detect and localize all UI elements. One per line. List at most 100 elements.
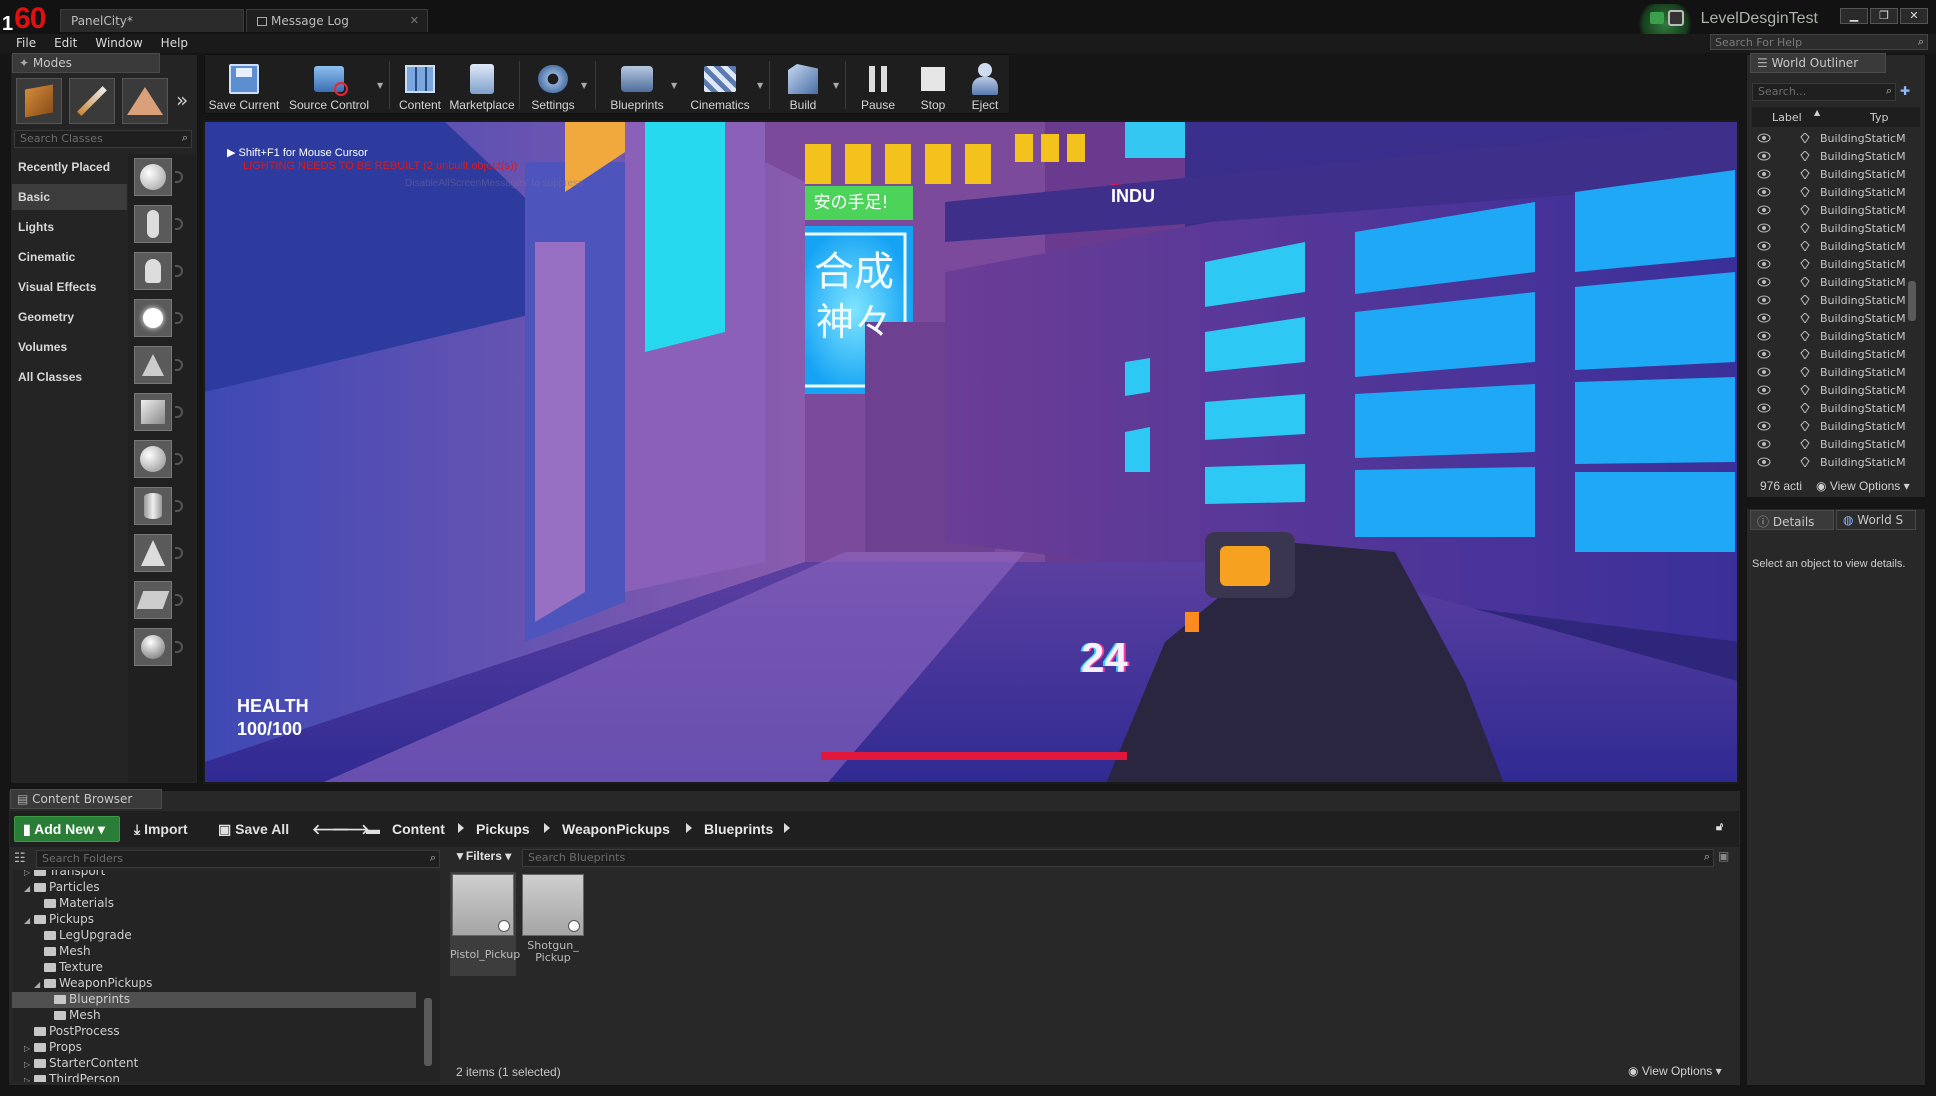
- folder-tree-item[interactable]: Blueprints: [12, 992, 416, 1008]
- category-geometry[interactable]: Geometry: [12, 304, 127, 330]
- tab-panelcity[interactable]: PanelCity*: [60, 9, 244, 32]
- place-cone[interactable]: [134, 534, 183, 572]
- outliner-row[interactable]: BuildingStaticM: [1752, 256, 1922, 274]
- outliner-row[interactable]: BuildingStaticM: [1752, 274, 1922, 292]
- menu-edit[interactable]: Edit: [45, 34, 86, 50]
- eye-icon[interactable]: [1757, 133, 1771, 143]
- import-button[interactable]: ⤓ Import: [134, 821, 188, 838]
- close-icon[interactable]: ✕: [410, 14, 419, 27]
- save-all-button[interactable]: ▣ Save All: [218, 821, 289, 838]
- landscape-mode-button[interactable]: [122, 78, 168, 124]
- category-basic[interactable]: Basic: [12, 184, 127, 210]
- folder-tree-item[interactable]: ◢ WeaponPickups: [34, 976, 152, 992]
- folder-tree-item[interactable]: Texture: [34, 960, 103, 976]
- settings-button[interactable]: Settings: [525, 55, 581, 115]
- shield-icon[interactable]: [1668, 10, 1684, 26]
- outliner-row[interactable]: BuildingStaticM: [1752, 436, 1922, 454]
- folder-tree-item[interactable]: Materials: [34, 896, 114, 912]
- menu-window[interactable]: Window: [86, 34, 151, 50]
- expander-icon[interactable]: ◢: [24, 916, 34, 925]
- place-point-light[interactable]: [134, 299, 183, 337]
- place-player-start[interactable]: [134, 346, 183, 384]
- eye-icon[interactable]: [1757, 205, 1771, 215]
- outliner-row[interactable]: BuildingStaticM: [1752, 184, 1922, 202]
- eye-icon[interactable]: [1757, 331, 1771, 341]
- place-plane[interactable]: [134, 581, 183, 619]
- category-cinematic[interactable]: Cinematic: [12, 244, 127, 270]
- eye-icon[interactable]: [1757, 421, 1771, 431]
- toggle-sources-icon[interactable]: ☷: [14, 851, 26, 866]
- eye-icon[interactable]: [1757, 277, 1771, 287]
- more-modes-icon[interactable]: »: [176, 88, 188, 112]
- cinematics-button[interactable]: Cinematics: [683, 55, 757, 115]
- asset-shotgun-pickup[interactable]: Shotgun_ Pickup: [520, 872, 586, 976]
- eye-icon[interactable]: [1757, 385, 1771, 395]
- category-all-classes[interactable]: All Classes: [12, 364, 127, 390]
- expander-icon[interactable]: ◢: [34, 980, 44, 989]
- help-search-input[interactable]: Search For Help ⌕: [1710, 34, 1928, 50]
- stop-button[interactable]: Stop: [907, 55, 959, 115]
- search-classes-input[interactable]: Search Classes ⌕: [14, 130, 192, 148]
- eye-icon[interactable]: [1757, 169, 1771, 179]
- eye-icon[interactable]: [1757, 241, 1771, 251]
- tab-content-browser[interactable]: ▤ Content Browser: [10, 789, 162, 809]
- search-blueprints-input[interactable]: Search Blueprints ⌕: [522, 849, 1714, 867]
- save-current-button[interactable]: Save Current: [207, 55, 281, 115]
- outliner-row[interactable]: BuildingStaticM: [1752, 130, 1922, 148]
- outliner-row[interactable]: BuildingStaticM: [1752, 382, 1922, 400]
- breadcrumb-arrow-icon[interactable]: [686, 823, 692, 833]
- category-lights[interactable]: Lights: [12, 214, 127, 240]
- content-view-options[interactable]: ◉ View Options ▾: [1628, 1064, 1722, 1078]
- outliner-row[interactable]: BuildingStaticM: [1752, 328, 1922, 346]
- blueprints-dropdown-icon[interactable]: ▼: [671, 81, 677, 90]
- outliner-row[interactable]: BuildingStaticM: [1752, 400, 1922, 418]
- filters-button[interactable]: ▼Filters ▾: [454, 849, 516, 867]
- outliner-row[interactable]: BuildingStaticM: [1752, 346, 1922, 364]
- source-control-button[interactable]: Source Control: [285, 55, 373, 115]
- outliner-search-input[interactable]: Search... ⌕: [1752, 83, 1896, 101]
- maximize-icon[interactable]: ❐: [1870, 8, 1898, 24]
- tab-world-outliner[interactable]: ☰ World Outliner: [1750, 53, 1886, 73]
- outliner-row[interactable]: BuildingStaticM: [1752, 418, 1922, 436]
- outliner-row[interactable]: BuildingStaticM: [1752, 454, 1922, 472]
- folder-tree-scrollbar[interactable]: [424, 998, 432, 1066]
- breadcrumb-content[interactable]: Content: [392, 821, 445, 837]
- folder-tree-item[interactable]: LegUpgrade: [34, 928, 132, 944]
- expander-icon[interactable]: ▷: [24, 1076, 34, 1082]
- settings-dropdown-icon[interactable]: ▼: [581, 81, 587, 90]
- folder-tree-item[interactable]: ▷ Props: [24, 1040, 82, 1056]
- folder-tree-item[interactable]: ◢ Pickups: [24, 912, 94, 928]
- category-volumes[interactable]: Volumes: [12, 334, 127, 360]
- category-visual-effects[interactable]: Visual Effects: [12, 274, 127, 300]
- folder-tree-item[interactable]: Mesh: [44, 1008, 101, 1024]
- folder-tree-item[interactable]: Mesh: [34, 944, 91, 960]
- eye-icon[interactable]: [1757, 457, 1771, 467]
- outliner-row[interactable]: BuildingStaticM: [1752, 148, 1922, 166]
- breadcrumb-blueprints[interactable]: Blueprints: [704, 821, 773, 837]
- tab-world-settings[interactable]: ◍ World S: [1836, 510, 1916, 530]
- pause-button[interactable]: Pause: [851, 55, 905, 115]
- eye-icon[interactable]: [1757, 259, 1771, 269]
- outliner-row[interactable]: BuildingStaticM: [1752, 166, 1922, 184]
- eject-button[interactable]: Eject: [961, 55, 1009, 115]
- outliner-row[interactable]: BuildingStaticM: [1752, 364, 1922, 382]
- outliner-row[interactable]: BuildingStaticM: [1752, 220, 1922, 238]
- menu-file[interactable]: File: [0, 34, 45, 50]
- chat-icon[interactable]: [1650, 12, 1664, 24]
- breadcrumb-weaponpickups[interactable]: WeaponPickups: [562, 821, 670, 837]
- eye-icon[interactable]: [1757, 439, 1771, 449]
- column-type[interactable]: Typ: [1870, 111, 1889, 124]
- eye-icon[interactable]: [1757, 151, 1771, 161]
- blueprints-button[interactable]: Blueprints: [601, 55, 673, 115]
- asset-pistol-pickup[interactable]: Pistol_Pickup: [450, 872, 520, 976]
- breadcrumb-arrow-icon[interactable]: [544, 823, 550, 833]
- source-control-dropdown-icon[interactable]: ▼: [377, 81, 383, 90]
- content-button[interactable]: Content: [395, 55, 445, 115]
- outliner-row[interactable]: BuildingStaticM: [1752, 238, 1922, 256]
- add-actor-icon[interactable]: ✚: [1900, 84, 1920, 100]
- marketplace-button[interactable]: Marketplace: [449, 55, 515, 115]
- place-sphere[interactable]: [134, 440, 183, 478]
- build-button[interactable]: Build: [775, 55, 831, 115]
- paint-mode-button[interactable]: [69, 78, 115, 124]
- build-dropdown-icon[interactable]: ▼: [833, 81, 839, 90]
